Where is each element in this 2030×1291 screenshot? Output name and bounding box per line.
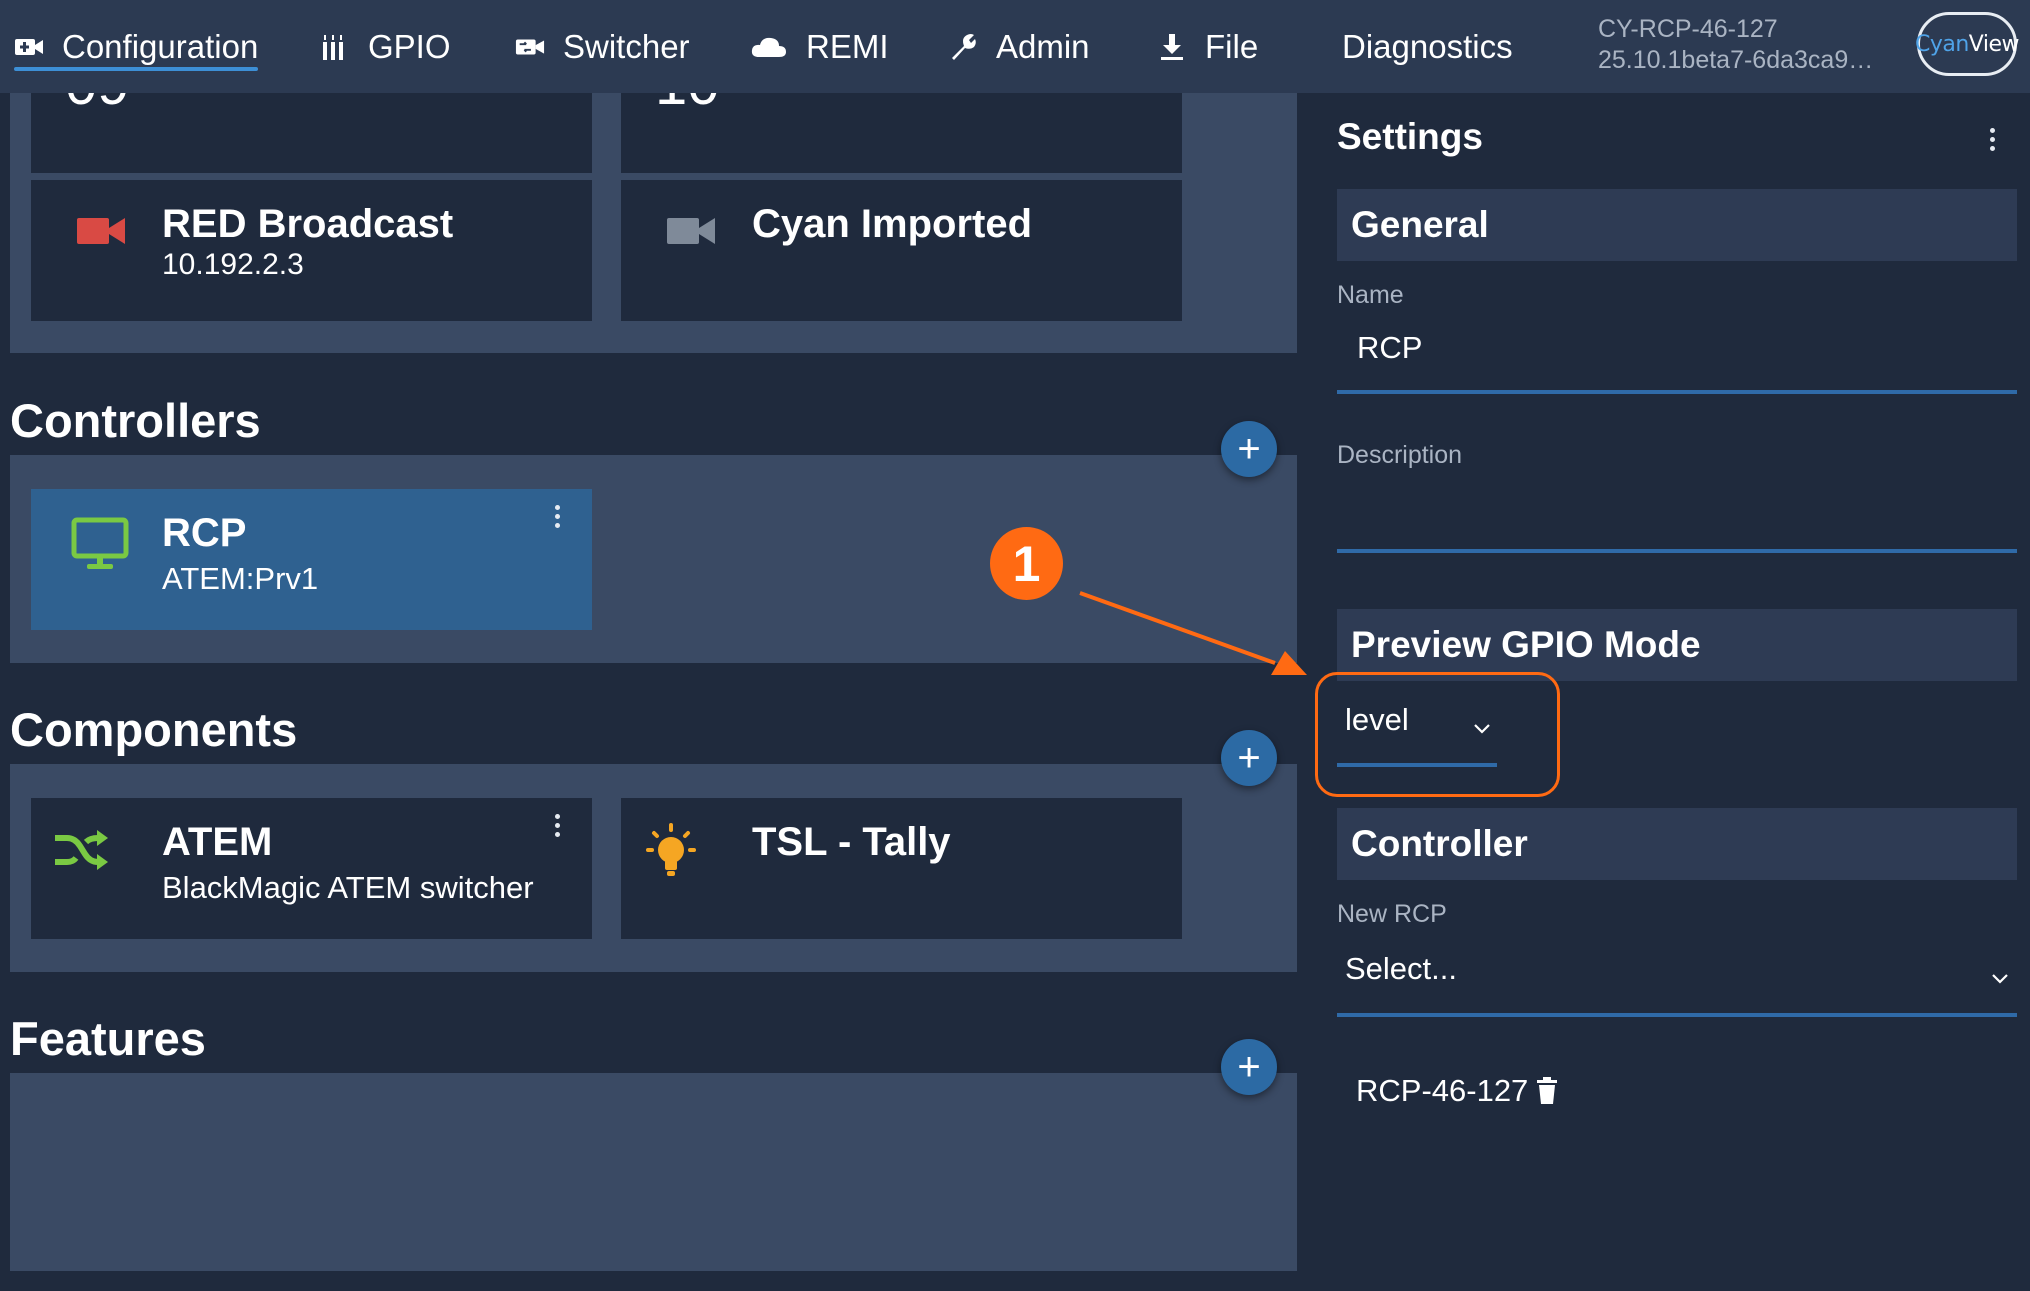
callout-number: 1 <box>1012 535 1041 592</box>
camera-card-09[interactable]: 09 <box>31 93 592 173</box>
name-label: Name <box>1337 281 1404 309</box>
callout-arrow <box>1079 591 1307 675</box>
camera-title: RED Broadcast <box>162 202 454 246</box>
top-navigation-bar: Configuration GPIO Switcher REMI Admin F… <box>0 0 2030 93</box>
nav-diagnostics-label: Diagnostics <box>1342 27 1513 65</box>
preview-gpio-section-header: Preview GPIO Mode <box>1337 609 2017 681</box>
controller-section-header: Controller <box>1337 808 2017 880</box>
gpio-pins-icon <box>320 32 350 62</box>
assigned-rcp-label: RCP-46-127 <box>1356 1073 1529 1108</box>
shuffle-icon <box>53 828 113 888</box>
camera-icon <box>667 214 727 274</box>
nav-switcher[interactable]: Switcher <box>515 0 690 93</box>
nav-admin[interactable]: Admin <box>948 0 1090 93</box>
camera-plus-icon <box>14 32 44 62</box>
camera-card-10[interactable]: 10 <box>621 93 1182 173</box>
add-component-button[interactable]: + <box>1221 730 1277 786</box>
add-controller-button[interactable]: + <box>1221 421 1277 477</box>
features-panel <box>10 1073 1297 1271</box>
description-field[interactable] <box>1337 478 2017 553</box>
add-feature-button[interactable]: + <box>1221 1039 1277 1095</box>
components-heading: Components <box>10 703 298 756</box>
new-rcp-select[interactable]: Select... <box>1337 937 2017 1017</box>
chevron-down-icon <box>1992 974 2008 984</box>
card-menu-icon[interactable] <box>552 505 562 533</box>
device-info: CY-RCP-46-127 25.10.1beta7-6da3ca9… <box>1598 14 1873 76</box>
preview-gpio-title: Preview GPIO Mode <box>1351 624 1701 665</box>
name-value: RCP <box>1357 330 1423 365</box>
controller-subtitle: ATEM:Prv1 <box>162 561 319 596</box>
component-title: ATEM <box>162 820 273 864</box>
new-rcp-value: Select... <box>1345 951 1457 986</box>
features-heading: Features <box>10 1012 206 1065</box>
wrench-icon <box>948 32 978 62</box>
component-title: TSL - Tally <box>752 820 951 864</box>
new-rcp-label: New RCP <box>1337 900 1447 928</box>
download-icon <box>1157 32 1187 62</box>
switcher-camera-icon <box>515 32 545 62</box>
nav-gpio[interactable]: GPIO <box>320 0 451 93</box>
description-label: Description <box>1337 441 1463 469</box>
lightbulb-icon <box>641 822 701 882</box>
components-panel: ATEM BlackMagic ATEM switcher TSL - Tall… <box>10 764 1297 972</box>
controller-title: RCP <box>162 511 247 555</box>
controller-title: Controller <box>1351 823 1528 864</box>
camera-card-cyan-imported[interactable]: Cyan Imported <box>621 180 1182 321</box>
nav-file-label: File <box>1205 27 1259 65</box>
assigned-rcp: RCP-46-127 <box>1356 1073 1558 1109</box>
monitor-icon <box>71 517 131 577</box>
name-field[interactable]: RCP <box>1337 318 2017 394</box>
general-title: General <box>1351 204 1489 245</box>
component-card-atem[interactable]: ATEM BlackMagic ATEM switcher <box>31 798 592 939</box>
camera-title: Cyan Imported <box>752 202 1033 246</box>
settings-title: Settings <box>1337 116 1483 157</box>
card-menu-icon[interactable] <box>552 814 562 842</box>
cyanview-logo: Cyan View <box>1915 12 2020 76</box>
camera-number: 09 <box>65 93 130 118</box>
device-name: CY-RCP-46-127 <box>1598 15 1778 43</box>
cameras-panel: 09 10 RED Broadcast 10.192.2.3 Cyan Impo… <box>10 93 1297 353</box>
callout-number-badge: 1 <box>990 527 1063 600</box>
nav-diagnostics[interactable]: Diagnostics <box>1342 0 1513 93</box>
camera-card-red-broadcast[interactable]: RED Broadcast 10.192.2.3 <box>31 180 592 321</box>
nav-configuration[interactable]: Configuration <box>14 0 259 93</box>
nav-configuration-label: Configuration <box>62 27 259 65</box>
device-version: 25.10.1beta7-6da3ca9… <box>1598 46 1874 74</box>
camera-icon <box>77 214 137 274</box>
camera-number: 10 <box>655 93 720 118</box>
nav-admin-label: Admin <box>996 27 1090 65</box>
controller-card-rcp[interactable]: RCP ATEM:Prv1 <box>31 489 592 630</box>
settings-menu-icon[interactable] <box>1987 128 1997 158</box>
component-card-tsl-tally[interactable]: TSL - Tally <box>621 798 1182 939</box>
controllers-heading: Controllers <box>10 394 261 447</box>
cloud-icon <box>750 32 788 62</box>
nav-remi[interactable]: REMI <box>750 0 889 93</box>
nav-remi-label: REMI <box>806 27 889 65</box>
general-section-header: General <box>1337 189 2017 261</box>
camera-ip: 10.192.2.3 <box>162 248 304 281</box>
nav-file[interactable]: File <box>1157 0 1258 93</box>
nav-gpio-label: GPIO <box>368 27 451 65</box>
nav-switcher-label: Switcher <box>563 27 690 65</box>
trash-icon[interactable] <box>1536 1077 1558 1105</box>
component-subtitle: BlackMagic ATEM switcher <box>162 870 534 905</box>
callout-highlight-box <box>1315 672 1560 797</box>
